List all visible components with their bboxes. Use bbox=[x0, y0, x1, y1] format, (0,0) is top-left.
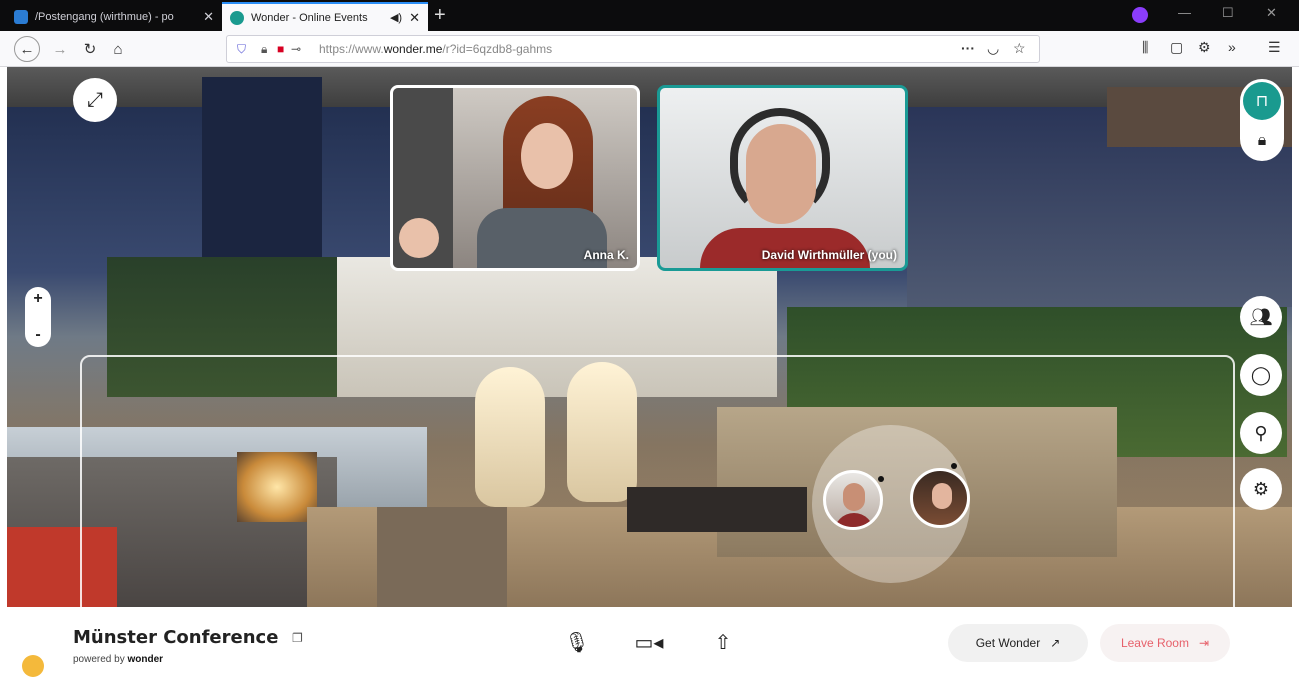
chat-button[interactable]: ◯ bbox=[1240, 354, 1282, 396]
new-tab-icon[interactable]: + bbox=[434, 4, 446, 26]
bookmark-star-icon[interactable]: ☆ bbox=[1013, 40, 1026, 57]
video-camera-icon: ▭◂ bbox=[634, 631, 664, 654]
outlook-icon bbox=[14, 9, 28, 24]
microphone-button[interactable]: 🎙︎ bbox=[560, 625, 594, 659]
home-icon[interactable]: ⌂ bbox=[106, 37, 130, 61]
video-name-label: David Wirthmüller (you) bbox=[761, 248, 897, 262]
lock-button[interactable]: 🔒︎ bbox=[1243, 123, 1281, 159]
minimize-icon[interactable]: — bbox=[1178, 5, 1191, 20]
expand-icon: ⤢ bbox=[87, 88, 103, 111]
participant-face bbox=[746, 124, 816, 224]
ceiling-overhang bbox=[7, 67, 1292, 107]
fullscreen-button[interactable]: ⤢ bbox=[73, 78, 117, 122]
tab-title: /Postengang (wirthmue) - po bbox=[35, 10, 174, 23]
external-link-icon: ↗ bbox=[1050, 636, 1061, 650]
broadcast-icon: ⚲ bbox=[1254, 422, 1268, 443]
leave-room-button[interactable]: Leave Room ⇥ bbox=[1100, 624, 1230, 662]
lock-icon: 🔒︎ bbox=[1257, 132, 1267, 149]
chat-icon: ◯ bbox=[1250, 364, 1272, 385]
menu-icon[interactable]: ☰ bbox=[1268, 39, 1281, 56]
copy-link-icon[interactable]: ❐ bbox=[292, 631, 303, 645]
url-bar[interactable]: ⛉ 🔒︎ ■ ⊸ https://www.wonder.me/r?id=6qzd… bbox=[226, 35, 1040, 63]
participant-face bbox=[521, 123, 573, 189]
unlock-icon: ⊓ bbox=[1255, 93, 1269, 110]
settings-button[interactable]: ⚙ bbox=[1240, 468, 1282, 510]
people-icon: 👥︎ bbox=[1249, 306, 1273, 327]
avatar-david[interactable] bbox=[823, 470, 883, 530]
wonder-icon bbox=[230, 10, 244, 25]
participants-button[interactable]: 👥︎ bbox=[1240, 296, 1282, 338]
profile-icon[interactable] bbox=[1132, 7, 1148, 23]
pocket-icon[interactable]: ◡ bbox=[987, 40, 999, 57]
sidebar-icon[interactable]: ▢ bbox=[1170, 39, 1183, 56]
avatar-status-dot bbox=[878, 476, 884, 482]
zoom-in-button[interactable]: + bbox=[33, 290, 42, 308]
reload-icon[interactable]: ↻ bbox=[78, 37, 102, 61]
microphone-icon: 🎙︎ bbox=[564, 631, 590, 654]
room-lock-toggle: ⊓ 🔒︎ bbox=[1240, 79, 1284, 161]
camera-button[interactable]: ▭◂ bbox=[632, 625, 666, 659]
conversation-area-frame bbox=[80, 355, 1235, 607]
browser-tab-bar: /Postengang (wirthmue) - po ✕ Wonder - O… bbox=[0, 0, 1299, 31]
video-tile-david[interactable]: David Wirthmüller (you) bbox=[657, 85, 908, 271]
back-icon[interactable]: ← bbox=[14, 36, 40, 62]
url-text[interactable]: https://www.wonder.me/r?id=6qzdb8-gahms bbox=[319, 42, 552, 56]
shield-icon[interactable]: ⛉ bbox=[237, 42, 246, 57]
zoom-controls: + - bbox=[25, 287, 51, 347]
browser-tab-wonder[interactable]: Wonder - Online Events ◀) ✕ bbox=[222, 2, 428, 31]
close-tab-icon[interactable]: ✕ bbox=[409, 10, 420, 26]
avatar-status-dot bbox=[951, 463, 957, 469]
tab-title: Wonder - Online Events bbox=[251, 11, 368, 24]
navigation-bar: ← → ↻ ⌂ ⛉ 🔒︎ ■ ⊸ https://www.wonder.me/r… bbox=[0, 31, 1299, 67]
leave-room-label: Leave Room bbox=[1120, 636, 1189, 650]
camera-sharing-icon[interactable]: ■ bbox=[277, 42, 284, 56]
get-wonder-button[interactable]: Get Wonder ↗ bbox=[948, 624, 1088, 662]
exit-icon: ⇥ bbox=[1198, 636, 1210, 650]
powered-by: powered by wonder bbox=[73, 654, 164, 665]
zoom-out-button[interactable]: - bbox=[35, 326, 40, 344]
browser-tab-postengang[interactable]: /Postengang (wirthmue) - po ✕ bbox=[6, 2, 222, 31]
participant-hand bbox=[399, 218, 439, 258]
avatar-face bbox=[932, 483, 952, 509]
close-window-icon[interactable]: ✕ bbox=[1266, 5, 1277, 21]
avatar-anna[interactable] bbox=[910, 468, 970, 528]
virtual-room-background[interactable] bbox=[7, 67, 1292, 607]
library-icon[interactable]: ⫼ bbox=[1142, 39, 1148, 56]
unlock-button[interactable]: ⊓ bbox=[1243, 82, 1281, 120]
lock-icon[interactable]: 🔒︎ bbox=[261, 42, 267, 57]
extension-icon[interactable]: ⚙ bbox=[1198, 39, 1211, 56]
speaker-icon[interactable]: ◀) bbox=[390, 11, 402, 24]
maximize-icon[interactable]: ☐ bbox=[1222, 5, 1234, 21]
room-title: Münster Conference bbox=[73, 627, 279, 648]
screen-share-button[interactable]: ⇧ bbox=[706, 625, 740, 659]
page-actions-icon[interactable]: ··· bbox=[961, 40, 975, 56]
get-wonder-label: Get Wonder bbox=[975, 636, 1041, 650]
permissions-icon[interactable]: ⊸ bbox=[291, 42, 301, 56]
video-tile-anna[interactable]: Anna K. bbox=[390, 85, 640, 271]
screen-share-icon: ⇧ bbox=[714, 631, 732, 654]
overflow-icon[interactable]: » bbox=[1228, 39, 1236, 55]
wonder-logo bbox=[22, 655, 44, 677]
close-tab-icon[interactable]: ✕ bbox=[203, 9, 214, 25]
broadcast-button[interactable]: ⚲ bbox=[1240, 412, 1282, 454]
gear-icon: ⚙ bbox=[1252, 478, 1270, 499]
video-name-label: Anna K. bbox=[583, 248, 629, 262]
avatar-face bbox=[843, 483, 865, 511]
forward-icon[interactable]: → bbox=[48, 37, 72, 61]
